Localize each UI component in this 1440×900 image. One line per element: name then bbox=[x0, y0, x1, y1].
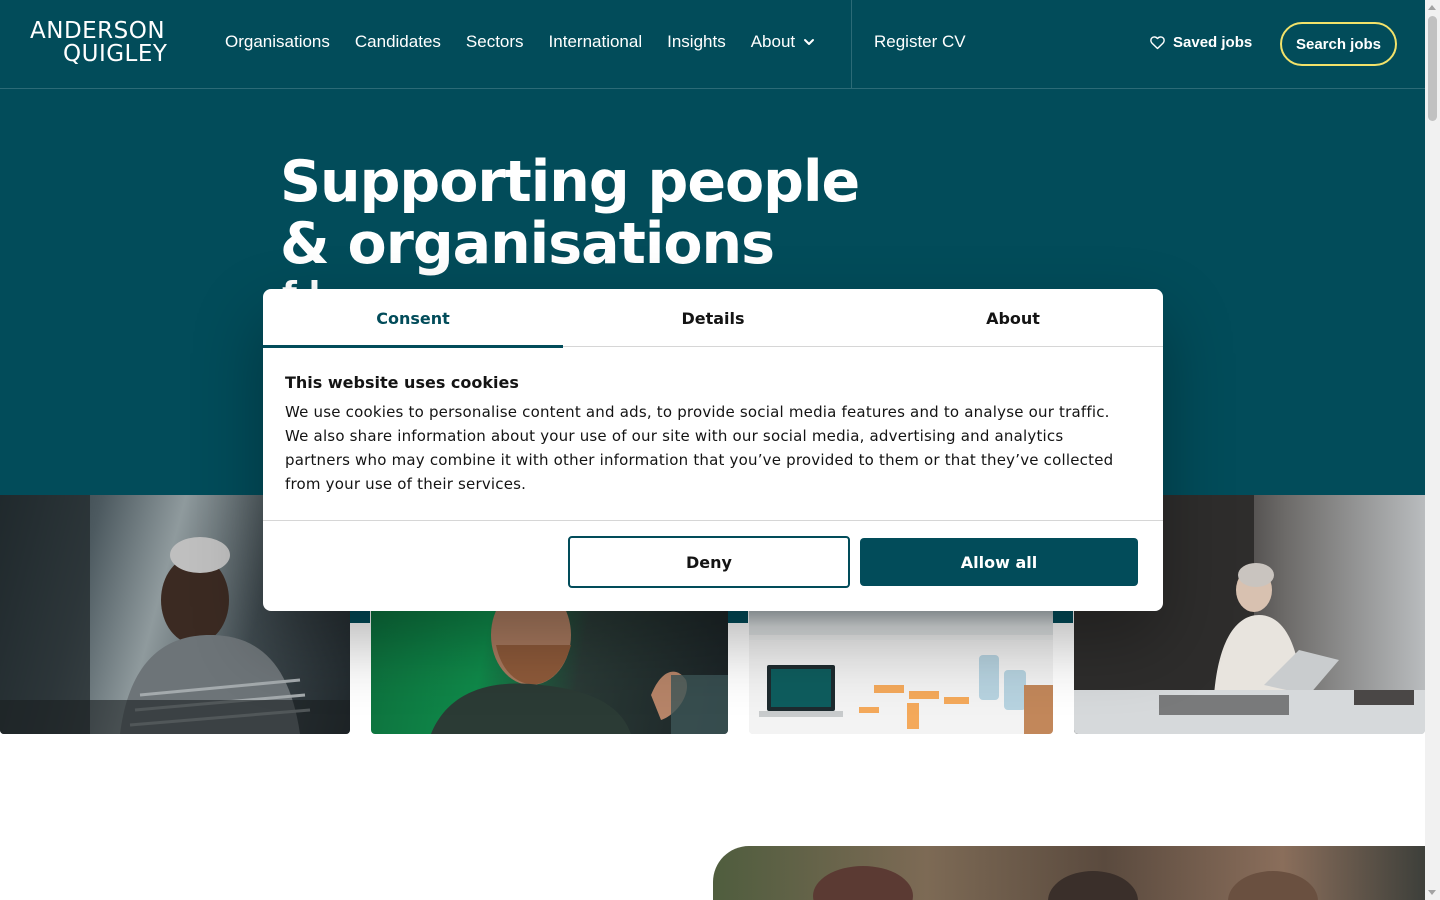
nav-organisations-label: Organisations bbox=[225, 32, 330, 51]
nav-organisations[interactable]: Organisations bbox=[225, 32, 330, 52]
site-header: ANDERSON QUIGLEY Organisations Candidate… bbox=[0, 0, 1425, 89]
search-jobs-button[interactable]: Search jobs bbox=[1280, 22, 1397, 66]
logo-line-2: QUIGLEY bbox=[63, 41, 168, 67]
nav-about[interactable]: About bbox=[751, 32, 815, 52]
main-nav: Organisations Candidates Sectors Interna… bbox=[225, 32, 840, 52]
cookie-consent-dialog: Consent Details About This website uses … bbox=[263, 289, 1163, 611]
cookie-dialog-divider bbox=[263, 520, 1163, 521]
chevron-down-icon bbox=[804, 39, 815, 45]
tab-about[interactable]: About bbox=[863, 289, 1163, 347]
register-cv-link[interactable]: Register CV bbox=[874, 32, 966, 52]
saved-jobs-label: Saved jobs bbox=[1173, 34, 1253, 51]
page-scrollbar[interactable] bbox=[1425, 0, 1440, 900]
strip-marker-1 bbox=[350, 609, 370, 623]
search-jobs-label: Search jobs bbox=[1295, 35, 1382, 53]
tab-details[interactable]: Details bbox=[563, 289, 863, 347]
hero-title-line-1: Supporting people bbox=[280, 149, 860, 215]
saved-jobs-link[interactable]: Saved jobs bbox=[1149, 34, 1252, 51]
nav-sectors[interactable]: Sectors bbox=[466, 32, 524, 52]
team-photo-art bbox=[813, 866, 1318, 900]
cookie-dialog-title: This website uses cookies bbox=[285, 373, 519, 392]
nav-insights[interactable]: Insights bbox=[667, 32, 726, 52]
header-divider bbox=[851, 0, 852, 88]
nav-insights-label: Insights bbox=[667, 32, 726, 51]
nav-international[interactable]: International bbox=[549, 32, 643, 52]
scroll-up-arrow-icon[interactable] bbox=[1428, 5, 1436, 10]
cookie-dialog-tabs: Consent Details About bbox=[263, 289, 1163, 348]
deny-button[interactable]: Deny bbox=[568, 536, 850, 588]
scroll-thumb[interactable] bbox=[1428, 16, 1437, 121]
hero-title: Supporting people & organisations bbox=[280, 151, 980, 275]
anderson-quigley-logo[interactable]: ANDERSON QUIGLEY bbox=[30, 20, 167, 66]
heart-icon bbox=[1150, 36, 1165, 50]
logo-line-1: ANDERSON bbox=[30, 18, 166, 44]
hero-title-line-2: & organisations bbox=[280, 211, 775, 277]
tab-consent[interactable]: Consent bbox=[263, 289, 563, 348]
nav-sectors-label: Sectors bbox=[465, 32, 524, 51]
cookie-dialog-body: We use cookies to personalise content an… bbox=[285, 403, 1114, 493]
allow-all-button[interactable]: Allow all bbox=[860, 538, 1138, 586]
nav-candidates[interactable]: Candidates bbox=[355, 32, 441, 52]
nav-candidates-label: Candidates bbox=[354, 32, 441, 51]
nav-about-label: About bbox=[750, 32, 796, 51]
nav-international-label: International bbox=[548, 32, 643, 51]
strip-marker-3 bbox=[1053, 609, 1073, 623]
scroll-down-arrow-icon[interactable] bbox=[1428, 890, 1436, 895]
team-photo bbox=[713, 846, 1425, 900]
strip-marker-2 bbox=[728, 609, 748, 623]
